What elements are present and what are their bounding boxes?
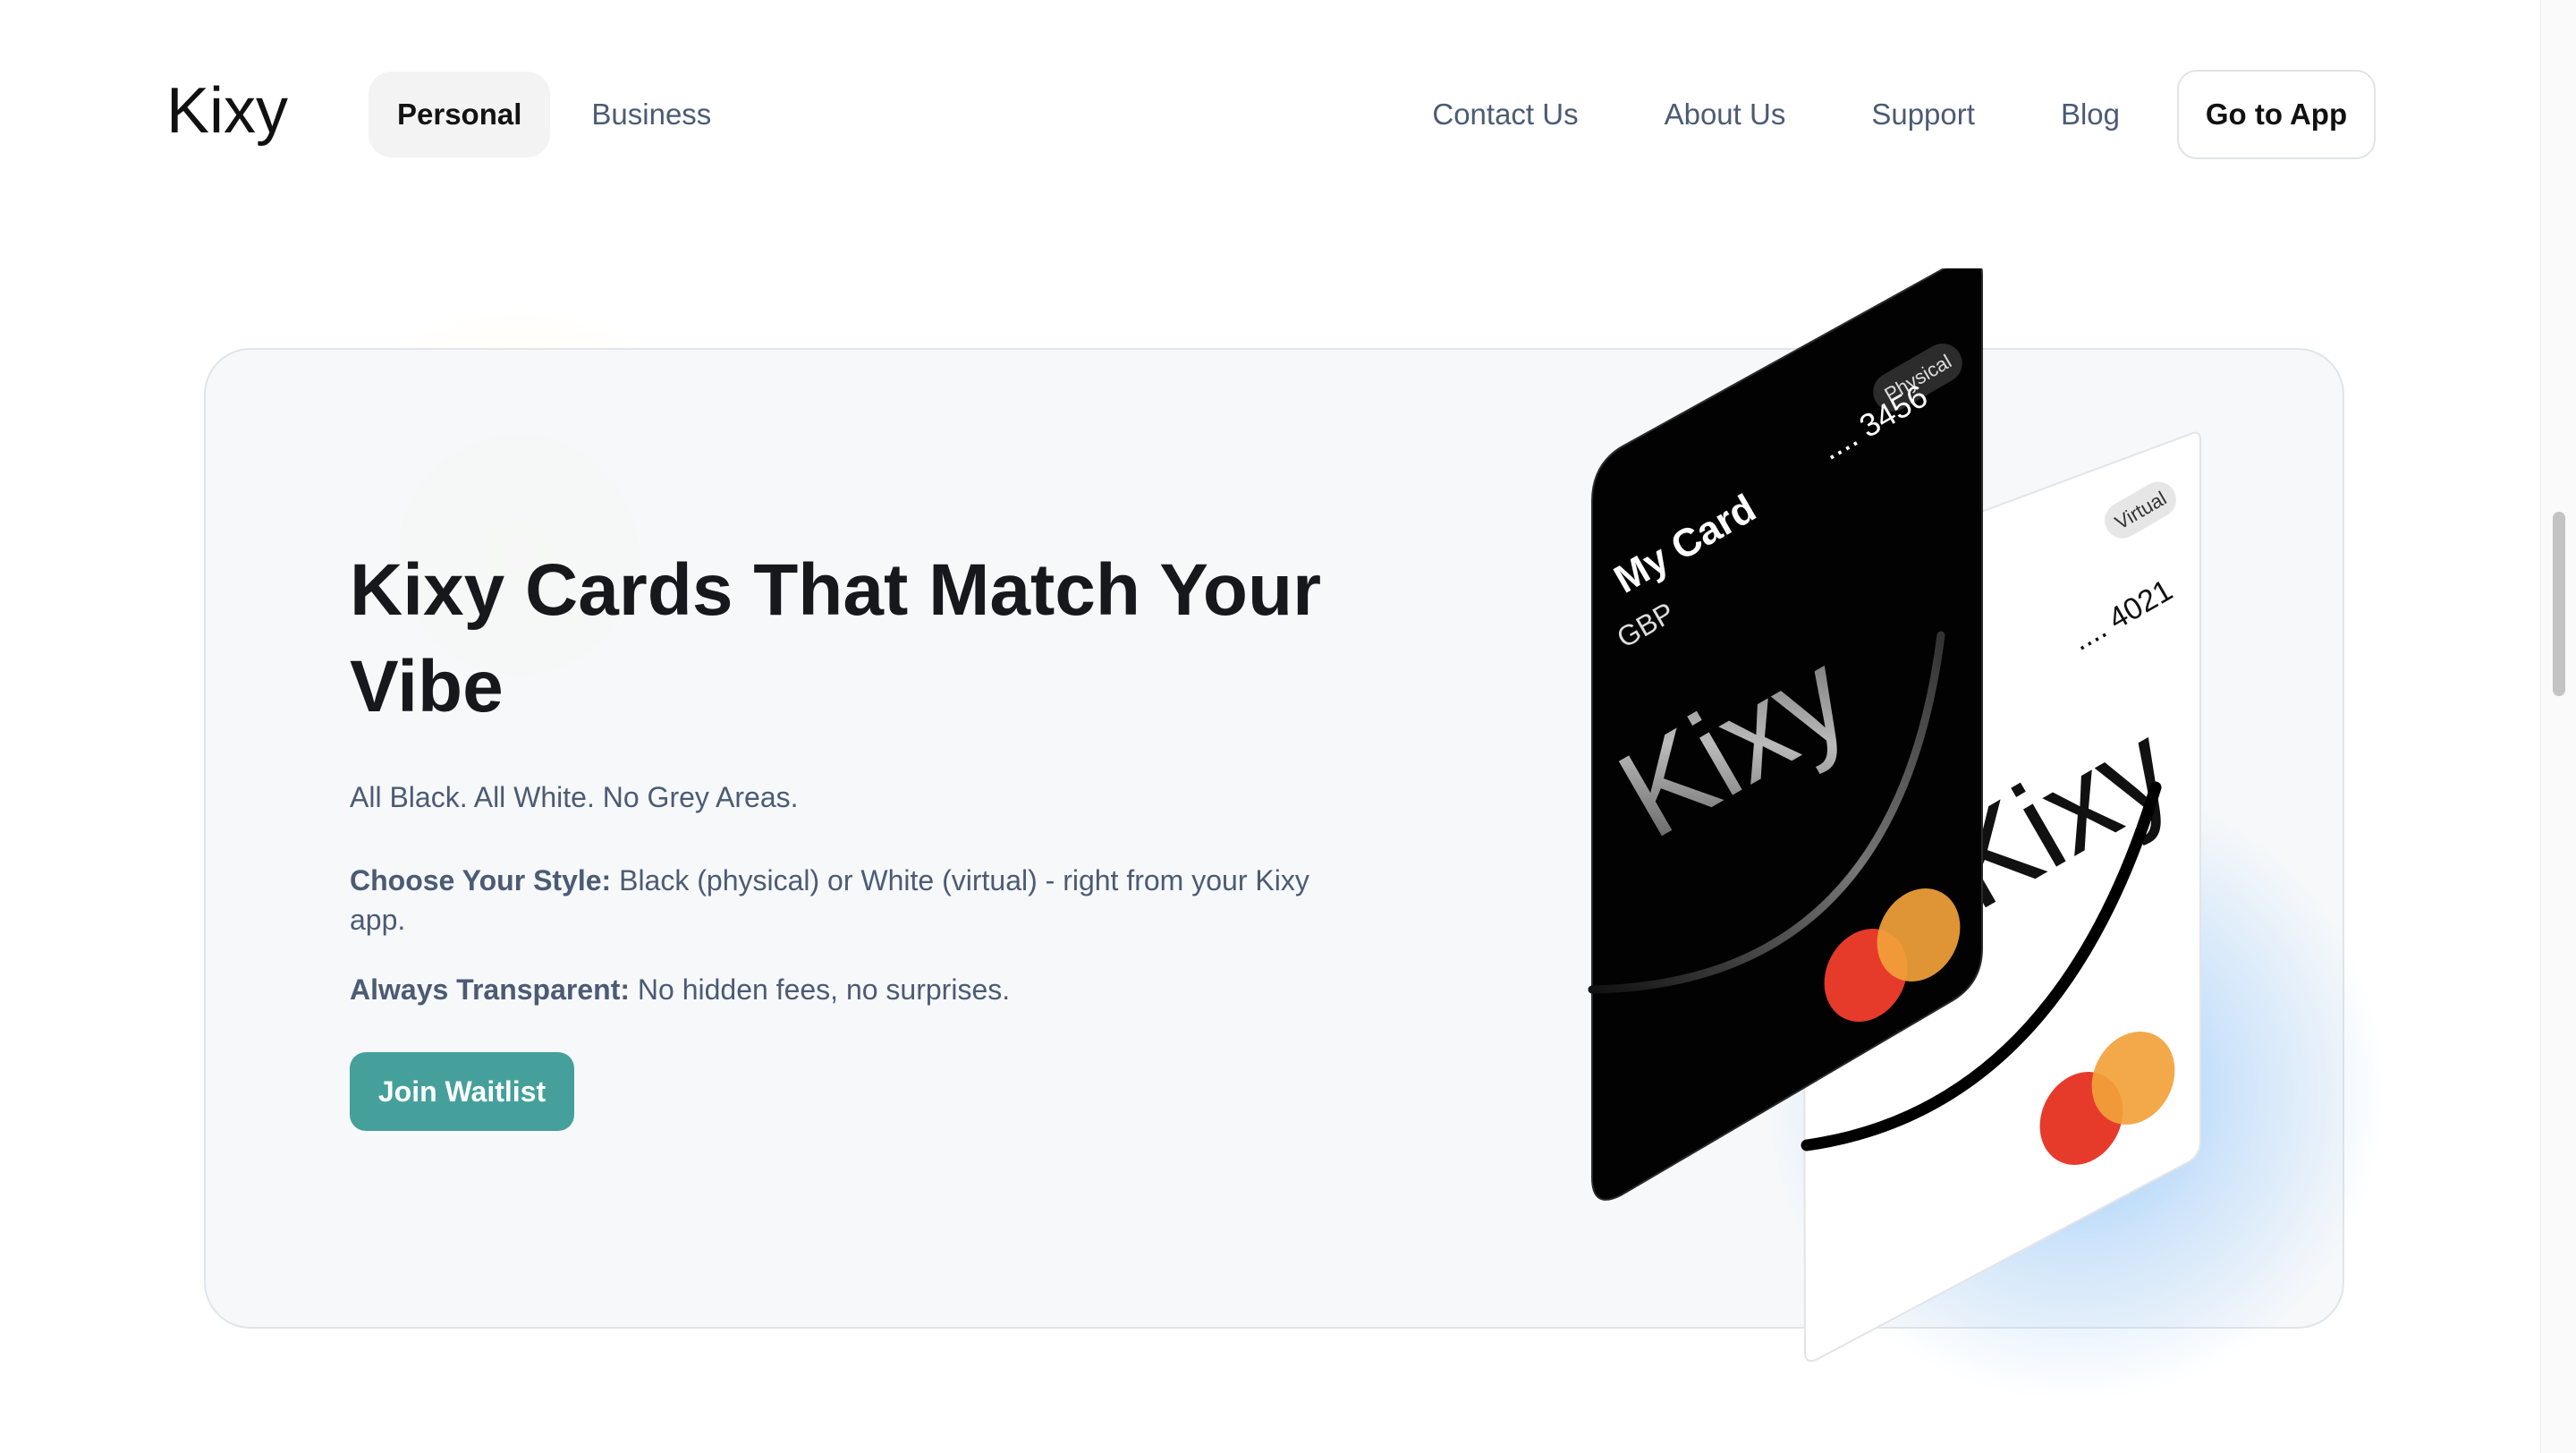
site-header: Kixy Personal Business Contact Us About … — [0, 0, 2540, 215]
primary-nav: Personal Business — [369, 72, 740, 157]
go-to-app-button[interactable]: Go to App — [2177, 70, 2376, 159]
feature-style-label: Choose Your Style: — [350, 864, 612, 896]
join-waitlist-button[interactable]: Join Waitlist — [350, 1052, 574, 1131]
feature-transparent: Always Transparent: No hidden fees, no s… — [350, 970, 1360, 1009]
feature-transparent-label: Always Transparent: — [350, 973, 630, 1006]
nav-support[interactable]: Support — [1871, 98, 1975, 132]
feature-transparent-text: No hidden fees, no surprises. — [630, 973, 1011, 1006]
nav-business[interactable]: Business — [563, 72, 740, 157]
kixy-logo[interactable]: Kixy — [166, 77, 301, 157]
scrollbar[interactable] — [2540, 0, 2576, 1453]
secondary-nav: Contact Us About Us Support Blog Go to A… — [1432, 70, 2540, 159]
cards-illustration: Virtual .... 4021 Kixy Physical .... 345… — [1588, 268, 2201, 1362]
hero-title: Kixy Cards That Match Your Vibe — [350, 549, 1321, 727]
scrollbar-thumb[interactable] — [2553, 512, 2565, 696]
hero-subtitle: All Black. All White. No Grey Areas. — [350, 781, 799, 813]
nav-blog[interactable]: Blog — [2061, 98, 2120, 132]
svg-text:Kixy: Kixy — [166, 77, 288, 147]
nav-personal[interactable]: Personal — [369, 72, 551, 157]
feature-style: Choose Your Style: Black (physical) or W… — [350, 861, 1360, 939]
nav-contact-us[interactable]: Contact Us — [1432, 98, 1578, 132]
nav-about-us[interactable]: About Us — [1665, 98, 1786, 132]
